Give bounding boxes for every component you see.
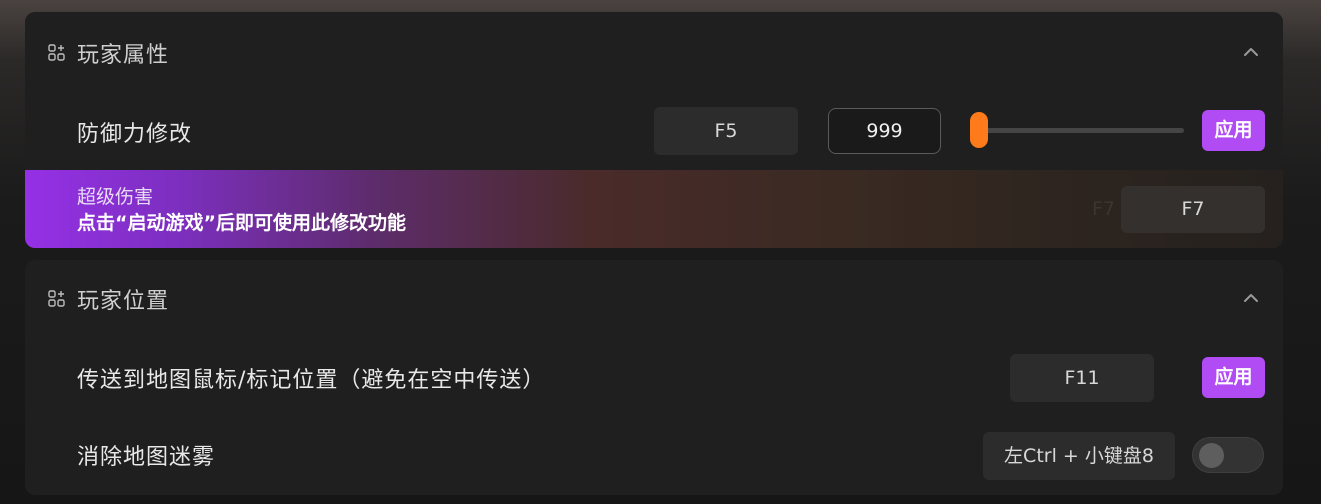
- promo-subtitle: 点击“启动游戏”后即可使用此修改功能: [77, 212, 406, 234]
- value-slider-track[interactable]: [970, 128, 1184, 133]
- toggle-knob: [1199, 443, 1224, 468]
- section-header[interactable]: 玩家位置: [25, 260, 1283, 338]
- promo-ghost-hotkey: F7: [1092, 198, 1116, 220]
- defense-modify-label: 防御力修改: [77, 122, 193, 147]
- super-damage-promo: 超级伤害 点击“启动游戏”后即可使用此修改功能 F7 F7: [25, 170, 1283, 248]
- apply-button[interactable]: 应用: [1202, 110, 1265, 151]
- apps-add-icon: [48, 290, 65, 307]
- promo-hotkey-button[interactable]: F7: [1121, 186, 1265, 233]
- value-input[interactable]: 999: [828, 108, 941, 154]
- section-title: 玩家位置: [77, 289, 170, 314]
- apply-button[interactable]: 应用: [1202, 357, 1265, 398]
- section-title: 玩家属性: [77, 43, 170, 68]
- apps-add-icon: [48, 44, 65, 61]
- hotkey-button[interactable]: 左Ctrl + 小键盘8: [983, 432, 1175, 480]
- remove-fog-toggle[interactable]: [1192, 437, 1264, 473]
- remove-fog-label: 消除地图迷雾: [77, 445, 216, 470]
- teleport-label: 传送到地图鼠标/标记位置（避免在空中传送）: [77, 368, 546, 393]
- value-slider-thumb[interactable]: [970, 112, 988, 148]
- hotkey-button[interactable]: F11: [1010, 354, 1154, 402]
- section-header[interactable]: 玩家属性: [25, 12, 1283, 90]
- hotkey-button[interactable]: F5: [654, 107, 798, 155]
- section-player-position: 玩家位置 传送到地图鼠标/标记位置（避免在空中传送） F11 应用 消除地图迷雾…: [25, 260, 1283, 495]
- promo-title: 超级伤害: [77, 186, 154, 208]
- section-player-attributes: 玩家属性 防御力修改 F5 999 应用 超级伤害 点击“启动游戏”后即可使用此…: [25, 12, 1283, 248]
- chevron-up-icon[interactable]: [1241, 42, 1261, 62]
- chevron-up-icon[interactable]: [1241, 288, 1261, 308]
